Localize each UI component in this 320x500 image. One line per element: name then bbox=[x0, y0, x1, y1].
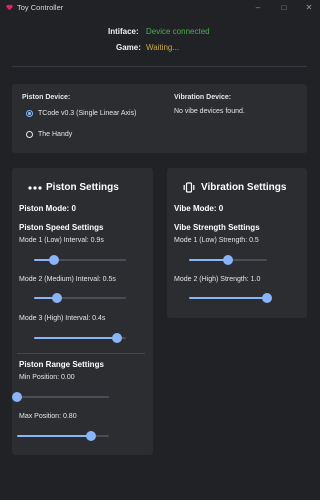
separator bbox=[12, 66, 307, 67]
speed-mode3-slider[interactable] bbox=[34, 333, 126, 343]
radio-the-handy[interactable] bbox=[26, 131, 33, 138]
piston-settings-card: Piston Settings Piston Mode: 0 Piston Sp… bbox=[12, 168, 153, 455]
piston-dots-icon bbox=[28, 186, 42, 190]
no-vibe-devices-text: No vibe devices found. bbox=[174, 108, 245, 115]
max-position-label: Max Position: 0.80 bbox=[19, 413, 77, 420]
game-status: Waiting... bbox=[146, 43, 180, 52]
slider-thumb[interactable] bbox=[111, 333, 122, 343]
slider-thumb[interactable] bbox=[85, 431, 96, 441]
app-heart-icon bbox=[6, 4, 13, 11]
maximize-icon[interactable]: □ bbox=[278, 2, 290, 13]
piston-speed-title: Piston Speed Settings bbox=[19, 223, 104, 232]
strength-mode1-slider[interactable] bbox=[189, 255, 267, 265]
radio-the-handy-label[interactable]: The Handy bbox=[38, 131, 72, 138]
vibration-icon bbox=[183, 182, 195, 193]
slider-thumb[interactable] bbox=[12, 392, 22, 402]
max-position-slider[interactable] bbox=[17, 431, 109, 441]
strength-mode2-slider[interactable] bbox=[189, 293, 272, 303]
close-icon[interactable]: ✕ bbox=[303, 2, 315, 13]
devices-card: Piston Device: TCode v0.3 (Single Linear… bbox=[12, 84, 307, 153]
piston-mode: Piston Mode: 0 bbox=[19, 204, 76, 213]
title-bar[interactable]: Toy Controller – □ ✕ bbox=[0, 0, 319, 16]
strength-mode2-label: Mode 2 (High) Strength: 1.0 bbox=[174, 276, 261, 283]
slider-thumb[interactable] bbox=[49, 255, 60, 265]
interface-label: Intiface: bbox=[108, 27, 139, 36]
speed-mode1-slider[interactable] bbox=[34, 255, 126, 265]
window-title: Toy Controller bbox=[17, 3, 64, 12]
minimize-icon[interactable]: – bbox=[252, 2, 264, 13]
piston-settings-title: Piston Settings bbox=[46, 182, 119, 193]
min-position-slider[interactable] bbox=[12, 392, 109, 402]
vibration-device-title: Vibration Device: bbox=[174, 94, 232, 101]
slider-thumb[interactable] bbox=[52, 293, 62, 303]
radio-tcode[interactable] bbox=[26, 110, 33, 117]
piston-range-title: Piston Range Settings bbox=[19, 360, 104, 369]
vibe-strength-title: Vibe Strength Settings bbox=[174, 223, 260, 232]
radio-tcode-label[interactable]: TCode v0.3 (Single Linear Axis) bbox=[38, 110, 136, 117]
strength-mode1-label: Mode 1 (Low) Strength: 0.5 bbox=[174, 237, 259, 244]
piston-device-title: Piston Device: bbox=[22, 94, 71, 101]
vibration-settings-card: Vibration Settings Vibe Mode: 0 Vibe Str… bbox=[167, 168, 307, 318]
interface-status: Device connected bbox=[146, 27, 210, 36]
section-divider bbox=[17, 353, 145, 354]
slider-thumb[interactable] bbox=[262, 293, 272, 303]
vibe-mode: Vibe Mode: 0 bbox=[174, 204, 224, 213]
speed-mode2-label: Mode 2 (Medium) Interval: 0.5s bbox=[19, 276, 116, 283]
slider-thumb[interactable] bbox=[223, 255, 233, 265]
speed-mode3-label: Mode 3 (High) Interval: 0.4s bbox=[19, 315, 106, 322]
vibration-settings-title: Vibration Settings bbox=[201, 182, 287, 193]
speed-mode1-label: Mode 1 (Low) Interval: 0.9s bbox=[19, 237, 104, 244]
min-position-label: Min Position: 0.00 bbox=[19, 374, 75, 381]
game-label: Game: bbox=[116, 43, 141, 52]
speed-mode2-slider[interactable] bbox=[34, 293, 126, 303]
